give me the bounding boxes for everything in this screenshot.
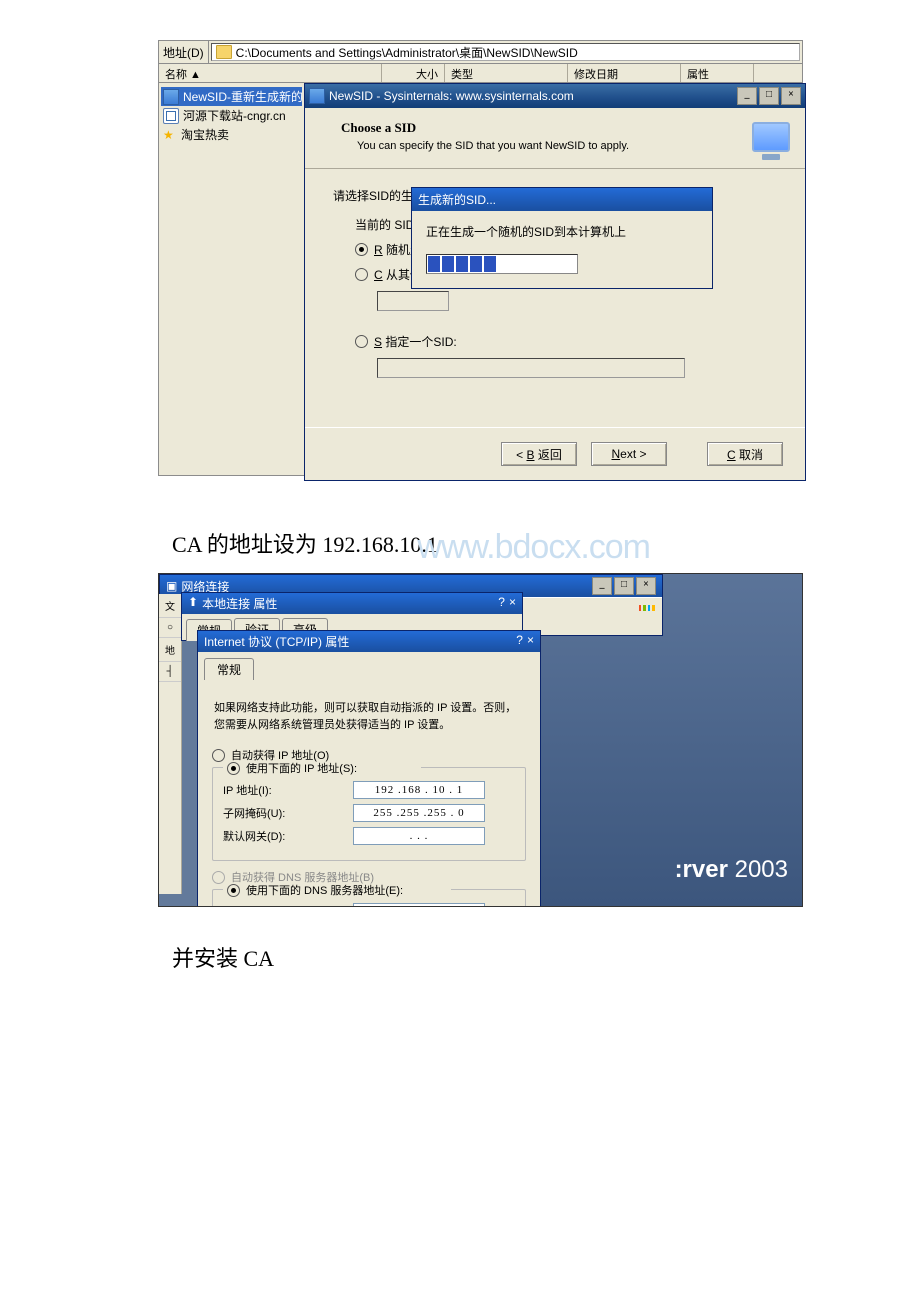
label-dns1: 首选 DNS 服务器(P): xyxy=(223,904,353,907)
col-size[interactable]: 大小 xyxy=(382,64,445,82)
file-name: 淘宝热卖 xyxy=(181,126,229,143)
watermark: www.bdocx.com xyxy=(417,528,650,566)
folder-icon xyxy=(216,45,232,59)
address-bar[interactable]: C:\Documents and Settings\Administrator\… xyxy=(211,43,800,61)
next-button[interactable]: Next > xyxy=(591,442,667,466)
windows-logo-icon xyxy=(638,604,656,618)
dialog-title: Internet 协议 (TCP/IP) 属性 xyxy=(204,633,349,650)
maximize-button[interactable]: □ xyxy=(759,87,779,105)
dialog-title: 本地连接 属性 xyxy=(202,595,277,612)
server-brand: :rver erver 20032003 xyxy=(675,856,788,884)
help-button[interactable]: ? xyxy=(516,633,523,650)
close-button[interactable]: × xyxy=(527,633,534,650)
copy-source-input[interactable] xyxy=(377,291,449,311)
close-button[interactable]: × xyxy=(781,87,801,105)
computer-icon xyxy=(751,122,791,162)
minimize-button[interactable]: _ xyxy=(592,577,612,595)
explorer-sidebar: 文 ○ 地 ┤ xyxy=(159,594,182,894)
file-item-taobao[interactable]: ★ 淘宝热卖 xyxy=(161,125,302,144)
dns1-input[interactable]: . . . xyxy=(353,903,485,907)
file-list: NewSID-重新生成新的 河源下载站-cngr.cn ★ 淘宝热卖 xyxy=(159,83,304,475)
ip-address-input[interactable]: 192 .168 . 10 . 1 xyxy=(353,781,485,799)
radio-use-dns[interactable]: 使用下面的 DNS 服务器地址(E): xyxy=(223,882,451,898)
app-icon xyxy=(163,89,179,105)
app-icon xyxy=(309,88,325,104)
tcpip-description: 如果网络支持此功能，则可以获取自动指派的 IP 设置。否则，您需要从网络系统管理… xyxy=(214,700,524,733)
caption-ca-address: CA 的地址设为 192.168.10.1 www.bdocx.com xyxy=(172,522,920,561)
radio-specify[interactable]: S 指定一个SID: xyxy=(333,329,777,354)
window-icon: ▣ xyxy=(166,579,177,593)
file-name: NewSID-重新生成新的 xyxy=(183,88,302,105)
progress-message: 正在生成一个随机的SID到本计算机上 xyxy=(426,223,698,240)
radio-use-ip[interactable]: 使用下面的 IP 地址(S): xyxy=(223,760,421,776)
subnet-mask-input[interactable]: 255 .255 .255 . 0 xyxy=(353,804,485,822)
label-ip: IP 地址(I): xyxy=(223,782,353,798)
back-button[interactable]: < B 返回 xyxy=(501,442,577,466)
address-label: 地址(D) xyxy=(159,41,209,63)
col-attr[interactable]: 属性 xyxy=(681,64,754,82)
progress-bar xyxy=(426,254,578,274)
radio-icon xyxy=(355,335,368,348)
tab-general[interactable]: 常规 xyxy=(204,658,254,680)
file-name: 河源下载站-cngr.cn xyxy=(183,107,286,124)
desktop-screenshot: :rver erver 20032003 ▣ 网络连接 _ □ × → 转到 文… xyxy=(158,573,803,907)
favorite-icon: ★ xyxy=(163,128,177,142)
progress-dialog: 生成新的SID... 正在生成一个随机的SID到本计算机上 xyxy=(411,187,713,289)
header-title: Choose a SID xyxy=(341,120,729,136)
progress-title: 生成新的SID... xyxy=(412,188,712,211)
label-gateway: 默认网关(D): xyxy=(223,828,353,844)
help-button[interactable]: ? xyxy=(498,595,505,612)
explorer-window: 地址(D) C:\Documents and Settings\Administ… xyxy=(158,40,803,476)
col-name[interactable]: 名称 ▲ xyxy=(159,64,382,82)
close-button[interactable]: × xyxy=(636,577,656,595)
newsid-dialog: NewSID - Sysinternals: www.sysinternals.… xyxy=(304,83,806,481)
label-mask: 子网掩码(U): xyxy=(223,805,353,821)
file-item-cngr[interactable]: 河源下载站-cngr.cn xyxy=(161,106,302,125)
html-icon xyxy=(163,108,179,124)
maximize-button[interactable]: □ xyxy=(614,577,634,595)
gateway-input[interactable]: . . . xyxy=(353,827,485,845)
col-date[interactable]: 修改日期 xyxy=(568,64,681,82)
file-item-newsid[interactable]: NewSID-重新生成新的 xyxy=(161,87,302,106)
radio-icon xyxy=(355,243,368,256)
specify-sid-input[interactable] xyxy=(377,358,685,378)
radio-icon xyxy=(355,268,368,281)
address-path-text: C:\Documents and Settings\Administrator\… xyxy=(236,44,578,61)
tcpip-properties-dialog: Internet 协议 (TCP/IP) 属性 ? × 常规 如果网络支持此功能… xyxy=(197,630,541,907)
header-subtitle: You can specify the SID that you want Ne… xyxy=(341,140,729,152)
close-button[interactable]: × xyxy=(509,595,516,612)
col-type[interactable]: 类型 xyxy=(445,64,568,82)
dialog-title: NewSID - Sysinternals: www.sysinternals.… xyxy=(309,88,737,104)
minimize-button[interactable]: _ xyxy=(737,87,757,105)
caption-install-ca: 并安装 CA xyxy=(172,941,920,973)
cancel-button[interactable]: C 取消 xyxy=(707,442,783,466)
